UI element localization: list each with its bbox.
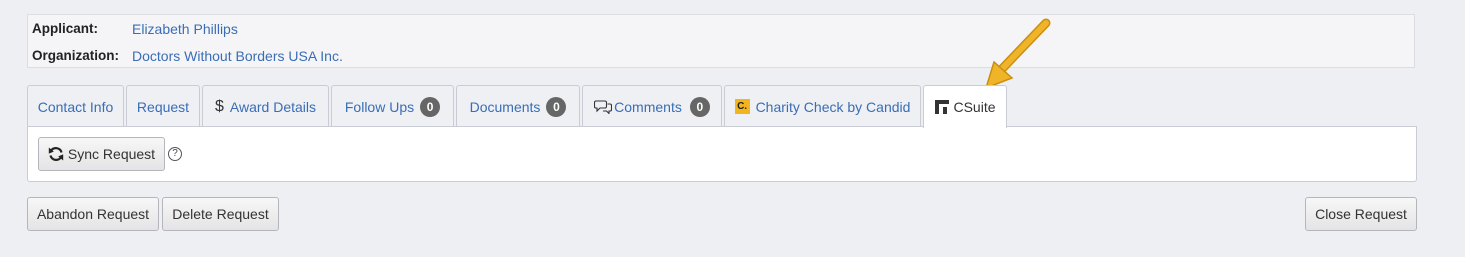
close-request-button[interactable]: Close Request <box>1305 197 1417 231</box>
candid-icon: C. <box>734 99 750 114</box>
csuite-icon <box>934 99 950 115</box>
tab-label: Contact Info <box>37 98 114 115</box>
tab-request[interactable]: Request <box>126 85 200 127</box>
csuite-panel: Sync Request ? <box>27 126 1417 182</box>
dollar-icon: $ <box>214 97 224 115</box>
organization-label: Organization: <box>32 48 119 63</box>
sync-icon <box>48 146 64 162</box>
applicant-info-box: Applicant: Elizabeth Phillips Organizati… <box>27 14 1415 68</box>
pointer-arrow-icon <box>984 18 1051 90</box>
organization-name: Doctors Without Borders USA Inc. <box>132 48 343 64</box>
tab-label: Charity Check by Candid <box>755 98 911 115</box>
tab-contact-info[interactable]: Contact Info <box>27 85 124 127</box>
tab-label: Award Details <box>229 98 317 115</box>
abandon-request-button[interactable]: Abandon Request <box>27 197 159 231</box>
tab-label: CSuite <box>953 99 996 115</box>
comments-count-badge: 0 <box>689 96 710 117</box>
help-icon[interactable]: ? <box>168 147 182 161</box>
applicant-name: Elizabeth Phillips <box>132 21 238 37</box>
tab-csuite[interactable]: CSuite <box>923 85 1007 128</box>
sync-request-button[interactable]: Sync Request <box>38 137 165 171</box>
tab-comments[interactable]: Comments 0 <box>582 85 722 127</box>
tab-label: Request <box>136 98 190 115</box>
applicant-label: Applicant: <box>32 21 98 36</box>
delete-request-label: Delete Request <box>172 206 269 222</box>
sync-request-label: Sync Request <box>67 146 156 162</box>
tab-label: Comments <box>614 98 682 115</box>
delete-request-button[interactable]: Delete Request <box>162 197 279 231</box>
abandon-request-label: Abandon Request <box>36 206 150 222</box>
tab-follow-ups[interactable]: Follow Ups 0 <box>331 85 454 127</box>
documents-count-badge: 0 <box>546 96 567 117</box>
close-request-label: Close Request <box>1315 206 1407 222</box>
comments-icon <box>594 99 613 114</box>
tab-label: Follow Ups <box>344 98 415 115</box>
tab-label: Documents <box>469 98 541 115</box>
tab-charity-check[interactable]: C. Charity Check by Candid <box>724 85 921 127</box>
tab-award-details[interactable]: $ Award Details <box>202 85 329 127</box>
follow-ups-count-badge: 0 <box>420 96 441 117</box>
tab-documents[interactable]: Documents 0 <box>456 85 580 127</box>
